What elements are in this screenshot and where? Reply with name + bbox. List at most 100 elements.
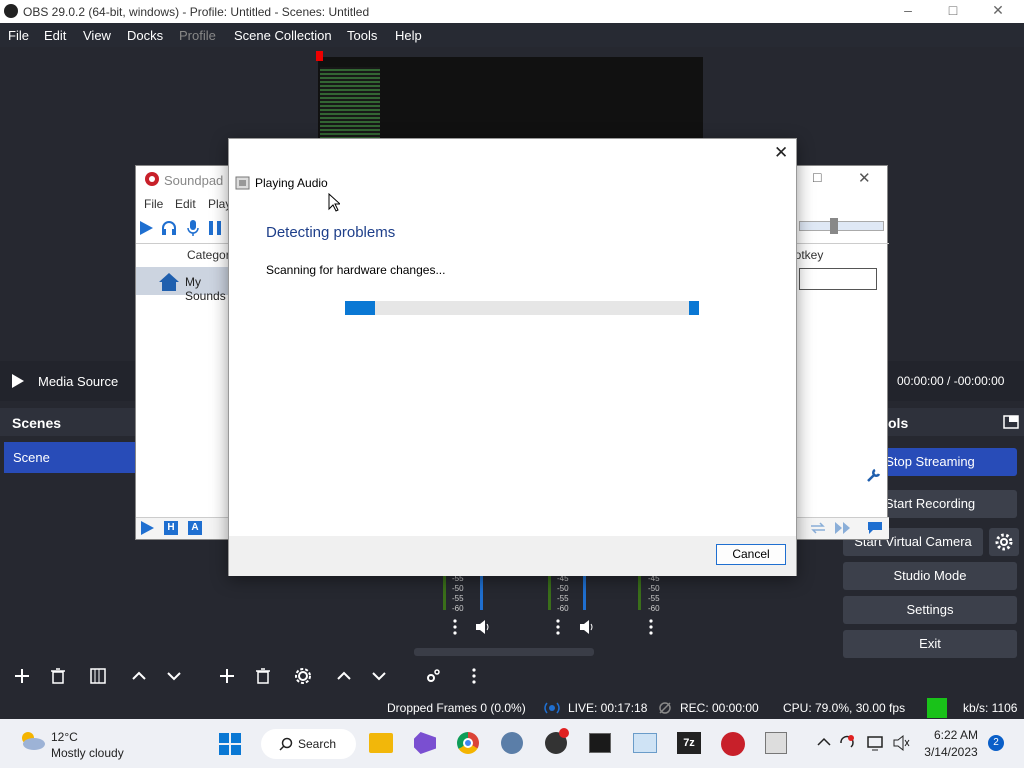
repeat-icon[interactable] [809,521,827,535]
speaker-icon[interactable] [578,618,596,636]
update-icon[interactable] [838,734,856,752]
sp-bottom-play-icon[interactable] [140,521,154,535]
volume-muted-icon[interactable] [892,734,910,752]
cancel-button[interactable]: Cancel [716,544,786,565]
meter-ticks-2: -45 -50 -55 -60 [557,574,569,613]
dialog-message: Scanning for hardware changes... [266,263,446,277]
clock-time[interactable]: 6:22 AM [933,728,979,742]
playing-audio-dialog: ✕ Playing Audio Detecting problems Scann… [228,138,797,576]
notification-badge[interactable]: 2 [988,735,1004,751]
dialog-heading: Detecting problems [266,224,396,241]
windows-start-icon[interactable] [219,733,241,755]
soundpad-maximize-icon[interactable]: □ [813,169,821,185]
obs-taskbar-icon[interactable] [545,728,569,754]
taskbar: 12°C Mostly cloudy Search 7z 6:22 AM 3/1… [0,719,1024,768]
undock-icon[interactable] [1003,415,1019,429]
clock-date[interactable]: 3/14/2023 [922,745,980,759]
sp-play-icon[interactable] [139,221,153,235]
mixer-menu-icon[interactable] [465,667,483,685]
remove-scene-icon[interactable] [49,667,67,685]
channel3-menu-icon[interactable] [642,618,660,636]
audio-mixer: -55 -50 -55 -60 -45 -50 -55 -60 -45 -50 -55 -60 [410,574,670,660]
chat-icon[interactable] [867,521,883,535]
auto-toggle-icon[interactable]: A [188,521,202,535]
minimize-icon[interactable]: – [893,2,923,18]
menu-file[interactable]: File [8,28,29,43]
menu-tools[interactable]: Tools [347,28,377,43]
menu-profile[interactable]: Profile [179,28,216,43]
soundpad-menu-file[interactable]: File [144,197,163,211]
chrome-icon[interactable] [457,732,479,754]
remove-source-icon[interactable] [254,667,272,685]
add-scene-icon[interactable] [13,667,31,685]
pause-icon[interactable] [208,221,222,235]
hotkey-toggle-icon[interactable]: H [164,521,178,535]
category-my-sounds[interactable]: My Sounds [136,267,236,303]
file-explorer-icon[interactable] [369,733,393,753]
terminal-icon[interactable] [589,733,611,753]
gear-icon [995,533,1013,551]
dialog-close-icon[interactable]: ✕ [774,143,788,163]
move-up-icon[interactable] [130,667,148,685]
mixer-scrollbar[interactable] [414,648,594,656]
soundpad-taskbar-icon[interactable] [721,732,745,756]
volume-slider-2[interactable] [583,576,586,610]
speaker-icon[interactable] [474,618,492,636]
close-icon[interactable]: ✕ [983,2,1013,19]
preview-handle[interactable] [316,51,323,61]
virtual-camera-settings-button[interactable] [989,528,1019,556]
rec-icon [659,702,671,714]
source-up-icon[interactable] [335,667,353,685]
taskbar-search[interactable]: Search [261,729,356,759]
visual-studio-icon[interactable] [414,732,436,754]
studio-mode-button[interactable]: Studio Mode [843,562,1017,590]
col-hotkey[interactable]: Hotkey [786,248,866,262]
scene-filters-icon[interactable] [89,667,107,685]
preview-content [320,67,380,147]
next-icon[interactable] [834,521,852,535]
source-properties-icon[interactable] [294,667,312,685]
menu-edit[interactable]: Edit [44,28,66,43]
exit-button[interactable]: Exit [843,630,1017,658]
live-time: LIVE: 00:17:18 [568,701,648,715]
source-down-icon[interactable] [370,667,388,685]
meter-ticks-3: -45 -50 -55 -60 [648,574,660,613]
menu-help[interactable]: Help [395,28,422,43]
weather-desc: Mostly cloudy [51,746,124,760]
sound-row[interactable] [799,268,877,290]
troubleshooter-taskbar-icon[interactable] [765,732,787,754]
menu-view[interactable]: View [83,28,111,43]
maximize-icon[interactable]: □ [938,2,968,18]
mouse-cursor-icon [328,193,340,212]
chevron-up-icon[interactable] [817,737,831,747]
resource-monitor-icon[interactable] [633,733,657,753]
weather-icon[interactable] [18,729,46,751]
play-icon[interactable] [12,374,24,388]
7zip-icon[interactable]: 7z [677,732,701,754]
soundpad-close-icon[interactable]: ✕ [858,169,871,187]
home-icon [159,273,179,291]
volume-slider-1[interactable] [480,576,483,610]
mixer-settings-icon[interactable] [424,667,442,685]
network-icon[interactable] [866,734,884,752]
channel2-menu-icon[interactable] [549,618,567,636]
headphones-icon[interactable] [161,220,177,236]
channel1-menu-icon[interactable] [446,618,464,636]
preview-canvas[interactable] [316,51,703,147]
scan-progress-bar [345,301,699,315]
soundpad-logo-icon [145,172,159,186]
settings-button[interactable]: Settings [843,596,1017,624]
menu-scene-collection[interactable]: Scene Collection [234,28,332,43]
weather-temp: 12°C [51,730,78,744]
wrench-icon[interactable] [865,466,883,484]
microphone-icon[interactable] [186,220,200,236]
move-down-icon[interactable] [165,667,183,685]
soundpad-menu-edit[interactable]: Edit [175,197,196,211]
bitrate: kb/s: 1106 [963,701,1018,715]
settings-app-icon[interactable] [501,732,523,754]
sp-volume-slider[interactable] [799,218,884,234]
status-bar: Dropped Frames 0 (0.0%) LIVE: 00:17:18 R… [0,697,1024,719]
dialog-title: Playing Audio [255,176,328,190]
add-source-icon[interactable] [218,667,236,685]
menu-docks[interactable]: Docks [127,28,163,43]
